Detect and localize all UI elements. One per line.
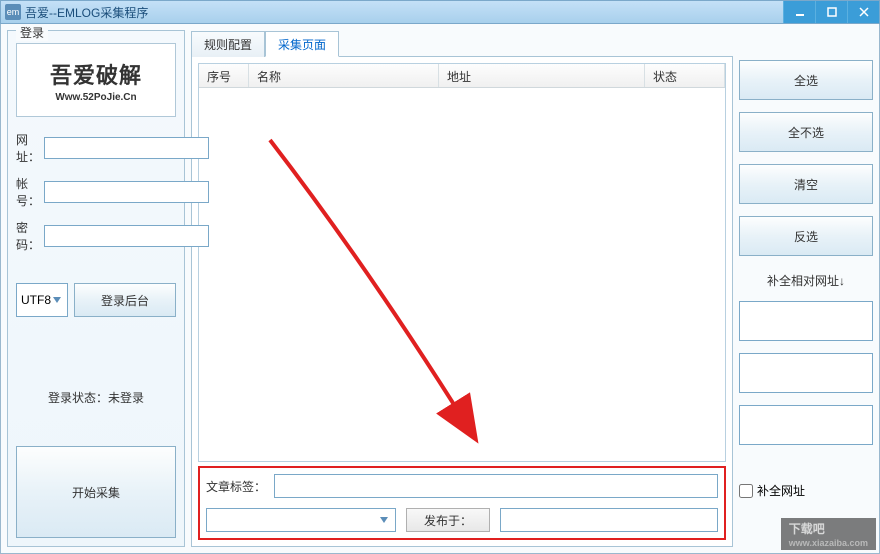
login-status: 登录状态：未登录 (16, 381, 176, 414)
start-collect-button[interactable]: 开始采集 (16, 446, 176, 538)
complete-url-check-label: 补全网址 (757, 482, 805, 499)
right-panel: 全选 全不选 清空 反选 补全相对网址↓ 补全网址 (739, 30, 873, 547)
titlebar: em 吾爱--EMLOG采集程序 (0, 0, 880, 24)
app-icon: em (5, 4, 21, 20)
complete-url-input-1[interactable] (739, 301, 873, 341)
collection-table: 序号 名称 地址 状态 (198, 63, 726, 462)
col-seq[interactable]: 序号 (199, 64, 249, 87)
login-panel: 登录 吾爱破解 Www.52PoJie.Cn 网址： 帐号： 密码： UTF8 (7, 30, 185, 547)
account-label: 帐号： (16, 175, 40, 209)
minimize-icon (795, 7, 805, 17)
invert-button[interactable]: 反选 (739, 216, 873, 256)
url-label: 网址： (16, 131, 40, 165)
url-input[interactable] (44, 137, 209, 159)
select-all-button[interactable]: 全选 (739, 60, 873, 100)
category-select[interactable] (206, 508, 396, 532)
publish-input[interactable] (500, 508, 718, 532)
complete-url-label: 补全相对网址↓ (739, 272, 873, 289)
tab-collect-page[interactable]: 采集页面 (265, 31, 339, 57)
logo-box: 吾爱破解 Www.52PoJie.Cn (16, 43, 176, 117)
col-name[interactable]: 名称 (249, 64, 439, 87)
chevron-down-icon (49, 284, 65, 316)
table-body[interactable] (199, 88, 725, 428)
article-tag-label: 文章标签： (206, 478, 266, 495)
window-title: 吾爱--EMLOG采集程序 (25, 4, 783, 21)
logo-text: 吾爱破解 (50, 58, 142, 90)
encoding-select[interactable]: UTF8 (16, 283, 68, 317)
complete-url-checkbox[interactable] (739, 484, 753, 498)
maximize-icon (827, 7, 837, 17)
minimize-button[interactable] (783, 1, 815, 23)
clear-button[interactable]: 清空 (739, 164, 873, 204)
col-addr[interactable]: 地址 (439, 64, 645, 87)
complete-url-input-2[interactable] (739, 353, 873, 393)
login-panel-title: 登录 (16, 24, 48, 41)
login-button[interactable]: 登录后台 (74, 283, 176, 317)
logo-url: Www.52PoJie.Cn (50, 92, 142, 103)
account-input[interactable] (44, 181, 209, 203)
password-label: 密码： (16, 219, 40, 253)
password-input[interactable] (44, 225, 209, 247)
publish-button[interactable]: 发布于： (406, 508, 490, 532)
complete-url-input-3[interactable] (739, 405, 873, 445)
maximize-button[interactable] (815, 1, 847, 23)
encoding-value: UTF8 (21, 293, 51, 307)
close-button[interactable] (847, 1, 879, 23)
close-icon (859, 7, 869, 17)
article-tag-input[interactable] (274, 474, 718, 498)
chevron-down-icon (375, 509, 393, 531)
col-status[interactable]: 状态 (645, 64, 725, 87)
bottom-highlight-area: 文章标签： 发布于： (198, 466, 726, 540)
select-none-button[interactable]: 全不选 (739, 112, 873, 152)
tab-rule-config[interactable]: 规则配置 (191, 31, 265, 57)
